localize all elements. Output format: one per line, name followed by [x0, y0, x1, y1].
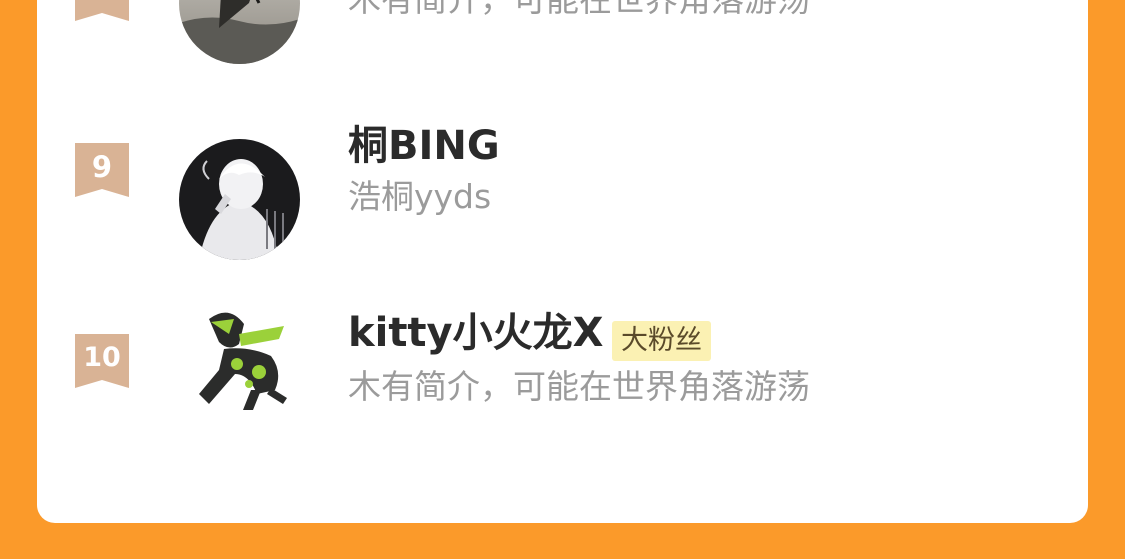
avatar[interactable] — [179, 294, 300, 415]
fan-level-badge: 大粉丝 — [612, 321, 711, 361]
user-name[interactable]: kitty小火龙X — [348, 308, 603, 358]
rank-number: 9 — [91, 150, 113, 184]
rank-ribbon: 9 — [75, 143, 129, 199]
avatar[interactable] — [179, 139, 300, 260]
list-item[interactable]: 10 kitty小火龙X 大粉丝 木有简介，可能在世界角落游荡 — [37, 294, 1088, 450]
rank-ribbon: 8 — [75, 0, 129, 23]
ranking-card: 8 木有简介，可能在世界角落游荡 — [37, 0, 1088, 523]
rank-ribbon: 10 — [75, 334, 129, 390]
user-name[interactable]: 桐BING — [348, 121, 500, 171]
list-item[interactable]: 9 桐BING 浩桐yyds — [37, 123, 1088, 268]
rank-number: 10 — [83, 342, 121, 373]
user-bio: 浩桐yyds — [348, 177, 492, 216]
user-bio: 木有简介，可能在世界角落游荡 — [348, 367, 810, 406]
avatar[interactable] — [179, 0, 300, 64]
user-bio: 木有简介，可能在世界角落游荡 — [348, 0, 810, 21]
list-item[interactable]: 8 木有简介，可能在世界角落游荡 — [37, 0, 1088, 97]
